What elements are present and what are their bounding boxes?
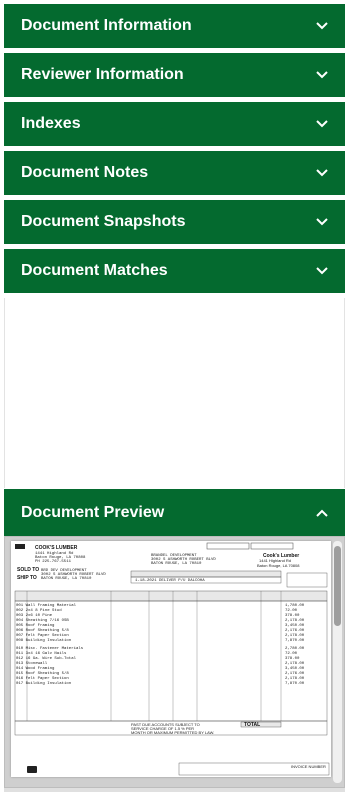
svg-text:010 Misc. Fastener Materials: 010 Misc. Fastener Materials [16,646,84,651]
svg-text:016 Felt Paper Section: 016 Felt Paper Section [16,676,69,681]
bottom-edge [4,788,345,792]
ship-to-label: SHIP TO [17,575,37,581]
svg-text:1-18-2021 DELIVER P/U DALCOH: 1-18-2021 DELIVER P/U DALCOHA [135,578,205,583]
svg-text:MONTH OR MAXIMUM PERMITTED BY: MONTH OR MAXIMUM PERMITTED BY LAW. [131,730,214,735]
svg-text:2,178.00: 2,178.00 [285,634,305,638]
chevron-down-icon [315,166,329,180]
svg-text:72.00: 72.00 [285,609,298,613]
svg-text:2,178.00: 2,178.00 [285,662,305,666]
svg-text:006 Roof Sheathing 5/8: 006 Roof Sheathing 5/8 [16,628,69,633]
svg-text:72.00: 72.00 [285,652,298,656]
svg-text:BATON ROUGE, LA 70810: BATON ROUGE, LA 70810 [41,577,92,581]
section-title: Document Snapshots [21,213,186,230]
svg-text:378.00: 378.00 [285,614,300,618]
svg-text:3,450.00: 3,450.00 [285,624,305,628]
scrollbar-thumb[interactable] [334,546,341,626]
svg-text:7,870.00: 7,870.00 [285,682,305,686]
svg-text:2,780.00: 2,780.00 [285,647,305,651]
chevron-down-icon [315,264,329,278]
section-title: Document Information [21,17,192,34]
svg-text:014 Wood Framing: 014 Wood Framing [16,666,55,671]
svg-text:008 Building Insulation: 008 Building Insulation [16,638,72,643]
section-title: Indexes [21,115,81,132]
svg-text:011 3x4 16 Galv Nails: 011 3x4 16 Galv Nails [16,651,67,656]
total-label: TOTAL [244,722,260,728]
svg-text:2,178.00: 2,178.00 [285,619,305,623]
svg-text:PH 225-767-5511: PH 225-767-5511 [35,560,72,564]
accordion-panel-list: Document Information Reviewer Informatio… [4,4,345,298]
svg-text:002 2x4 8 Pine Stud: 002 2x4 8 Pine Stud [16,608,62,613]
svg-text:007 Felt Paper Section: 007 Felt Paper Section [16,633,69,638]
svg-text:001 Wall Framing Material: 001 Wall Framing Material [16,603,77,608]
svg-text:013 Stonewall: 013 Stonewall [16,661,48,666]
section-document-information[interactable]: Document Information [4,4,345,48]
chevron-up-icon [315,506,329,520]
footer-invoice-label: INVOICE NUMBER [291,764,326,769]
document-preview-viewer[interactable]: COOK'S LUMBER 1441 Highland Rd Baton Rou… [4,536,345,788]
svg-text:378.00: 378.00 [285,657,300,661]
section-document-preview[interactable]: Document Preview [4,489,345,536]
svg-text:003 2x6 10 Pine: 003 2x6 10 Pine [16,613,53,618]
sold-to-label: SOLD TO [17,567,39,573]
svg-text:BATON ROUGE, LA 70810: BATON ROUGE, LA 70810 [151,562,202,566]
document-matches-content [4,298,345,488]
svg-text:Baton Rouge, LA 70808: Baton Rouge, LA 70808 [257,563,300,568]
invoice-brand: COOK'S LUMBER [35,545,78,551]
chevron-down-icon [315,215,329,229]
section-title: Document Notes [21,164,149,181]
section-reviewer-information[interactable]: Reviewer Information [4,53,345,97]
chevron-down-icon [315,19,329,33]
section-document-snapshots[interactable]: Document Snapshots [4,200,345,244]
svg-text:005 Roof Framing: 005 Roof Framing [16,623,55,628]
svg-text:2,176.00: 2,176.00 [285,629,305,633]
chevron-down-icon [315,68,329,82]
section-document-notes[interactable]: Document Notes [4,151,345,195]
svg-text:004 Sheathing 7/16 OSB: 004 Sheathing 7/16 OSB [16,618,69,623]
svg-text:2,176.00: 2,176.00 [285,672,305,676]
section-indexes[interactable]: Indexes [4,102,345,146]
section-document-matches[interactable]: Document Matches [4,249,345,293]
svg-text:7,870.00: 7,870.00 [285,639,305,643]
svg-text:012 16 Ga. Wire Sub-Total: 012 16 Ga. Wire Sub-Total [16,656,77,661]
svg-text:2,178.00: 2,178.00 [285,677,305,681]
preview-scrollbar[interactable] [333,541,342,783]
chevron-down-icon [315,117,329,131]
svg-text:1,780.00: 1,780.00 [285,604,305,608]
svg-text:3,450.00: 3,450.00 [285,667,305,671]
svg-text:017 Building Insulation: 017 Building Insulation [16,681,72,686]
section-title: Document Preview [21,503,165,521]
section-title: Reviewer Information [21,66,184,83]
section-title: Document Matches [21,262,168,279]
svg-text:015 Roof Sheathing 5/8: 015 Roof Sheathing 5/8 [16,671,69,676]
invoice-page-image: COOK'S LUMBER 1441 Highland Rd Baton Rou… [11,541,331,777]
